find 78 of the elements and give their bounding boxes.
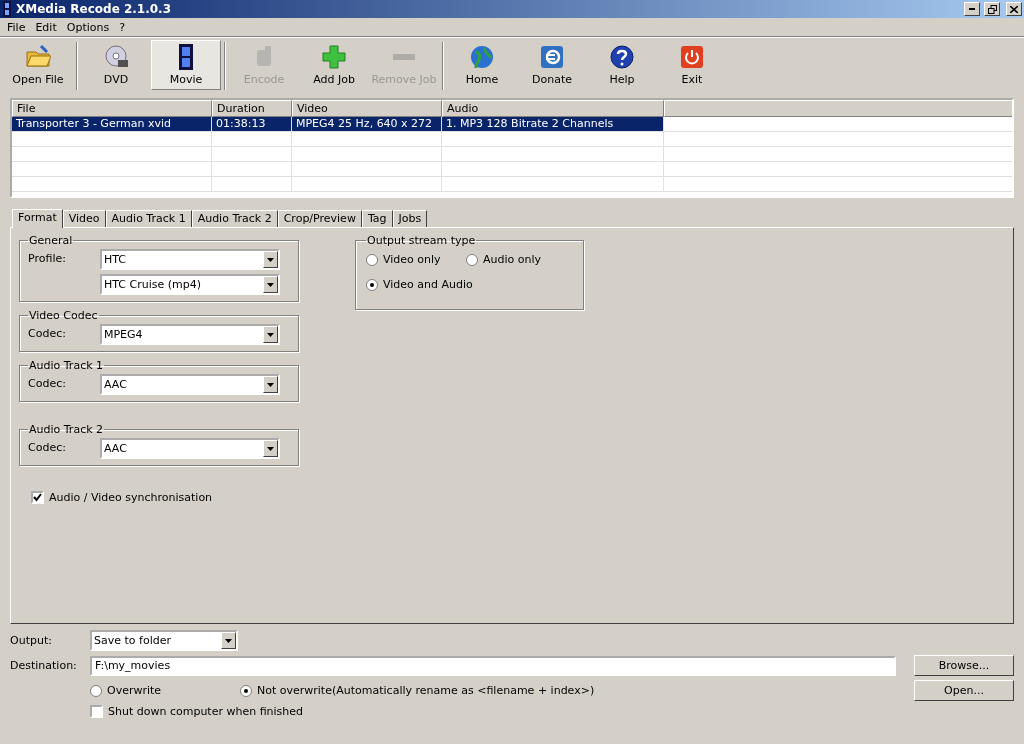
dropdown[interactable]: HTC Cruise (mp4) bbox=[100, 274, 280, 295]
group-title: General bbox=[28, 234, 74, 247]
radio-label: Not overwrite(Automatically rename as <filename + index>) bbox=[257, 684, 595, 697]
column-header[interactable]: Video bbox=[292, 100, 442, 117]
folder-icon bbox=[25, 44, 51, 70]
open-button[interactable]: Open... bbox=[914, 680, 1014, 701]
radio-button[interactable] bbox=[90, 684, 102, 697]
table-cell: MPEG4 25 Hz, 640 x 272 bbox=[292, 117, 442, 131]
window-title: XMedia Recode 2.1.0.3 bbox=[16, 2, 173, 16]
menu-item[interactable]: Edit bbox=[30, 20, 62, 34]
column-header[interactable]: Duration bbox=[212, 100, 292, 117]
dropdown[interactable]: MPEG4 bbox=[100, 324, 280, 345]
close-icon bbox=[1010, 5, 1018, 13]
table-row[interactable]: Transporter 3 - German xvid 01:38:13 MPEG4 25 Hz, 640 x 272 1. MP3 128 Bitrate 2 Channels bbox=[12, 117, 1012, 132]
tab[interactable]: Jobs bbox=[392, 210, 428, 227]
radio-button[interactable] bbox=[240, 684, 252, 697]
checkbox[interactable] bbox=[90, 705, 103, 718]
toolbar-button[interactable]: Home bbox=[447, 40, 517, 90]
table-cell: 01:38:13 bbox=[212, 117, 292, 131]
toolbar-button[interactable]: Exit bbox=[657, 40, 727, 90]
group-title: Audio Track 2 bbox=[28, 423, 105, 436]
help-icon bbox=[609, 44, 635, 70]
menu-item[interactable]: File bbox=[2, 20, 31, 34]
field-label: Profile: bbox=[28, 251, 67, 265]
toolbar-button[interactable]: DVD bbox=[81, 40, 151, 90]
table-cell: 1. MP3 128 Bitrate 2 Channels bbox=[442, 117, 664, 131]
tab[interactable]: Crop/Preview bbox=[277, 210, 362, 227]
radio-label: Video and Audio bbox=[383, 278, 473, 291]
disc-icon bbox=[103, 44, 129, 70]
checkbox[interactable] bbox=[31, 491, 44, 504]
destination-field[interactable]: F:\my_movies bbox=[90, 655, 896, 676]
dropdown[interactable]: HTC bbox=[100, 249, 280, 270]
checkbox-label: Shut down computer when finished bbox=[108, 705, 304, 718]
restore-icon bbox=[987, 4, 997, 14]
group-title: Video Codec bbox=[28, 309, 99, 322]
field-label: Destination: bbox=[10, 659, 78, 672]
radio-label: Video only bbox=[383, 253, 441, 266]
tab[interactable]: Video bbox=[62, 210, 106, 227]
minus-icon bbox=[393, 54, 415, 60]
tab[interactable]: Audio Track 1 bbox=[105, 210, 192, 227]
minimize-button[interactable] bbox=[964, 2, 980, 16]
table-cell: Transporter 3 - German xvid bbox=[12, 117, 212, 131]
radio-label: Audio only bbox=[483, 253, 542, 266]
field-label: Codec: bbox=[28, 440, 67, 454]
toolbar-button[interactable]: Movie bbox=[151, 40, 221, 90]
tab[interactable]: Format bbox=[12, 209, 63, 228]
dropdown[interactable]: Save to folder bbox=[90, 630, 238, 651]
toolbar-button[interactable]: Add Job bbox=[299, 40, 369, 90]
browse-button[interactable]: Browse... bbox=[914, 655, 1014, 676]
toolbar-button[interactable]: Open File bbox=[3, 40, 73, 90]
group-title: Output stream type bbox=[366, 234, 477, 247]
minimize-icon bbox=[969, 8, 975, 10]
dropdown[interactable]: AAC bbox=[100, 438, 280, 459]
tab[interactable]: Audio Track 2 bbox=[191, 210, 278, 227]
column-header[interactable]: File bbox=[12, 100, 212, 117]
app-icon bbox=[2, 1, 12, 17]
field-label: Codec: bbox=[28, 376, 67, 390]
tab[interactable]: Tag bbox=[361, 210, 393, 227]
euro-icon bbox=[539, 44, 565, 70]
group-title: Audio Track 1 bbox=[28, 359, 105, 372]
menu-item[interactable]: Options bbox=[61, 20, 115, 34]
radio-button[interactable] bbox=[366, 278, 378, 291]
close-button[interactable] bbox=[1006, 2, 1022, 16]
plus-icon bbox=[321, 44, 347, 70]
radio-button[interactable] bbox=[366, 253, 378, 266]
toolbar-button[interactable]: Donate bbox=[517, 40, 587, 90]
field-label: Output: bbox=[10, 634, 53, 647]
menu-item[interactable]: ? bbox=[114, 20, 131, 34]
dropdown[interactable]: AAC bbox=[100, 374, 280, 395]
restore-button[interactable] bbox=[984, 2, 1000, 16]
checkbox-label: Audio / Video synchronisation bbox=[49, 491, 213, 504]
field-label: Codec: bbox=[28, 326, 67, 340]
power-icon bbox=[679, 44, 705, 70]
toolbar-button[interactable]: Help bbox=[587, 40, 657, 90]
radio-button[interactable] bbox=[466, 253, 478, 266]
radio-label: Overwrite bbox=[107, 684, 162, 697]
column-header[interactable]: Audio bbox=[442, 100, 664, 117]
globe-icon bbox=[469, 44, 495, 70]
